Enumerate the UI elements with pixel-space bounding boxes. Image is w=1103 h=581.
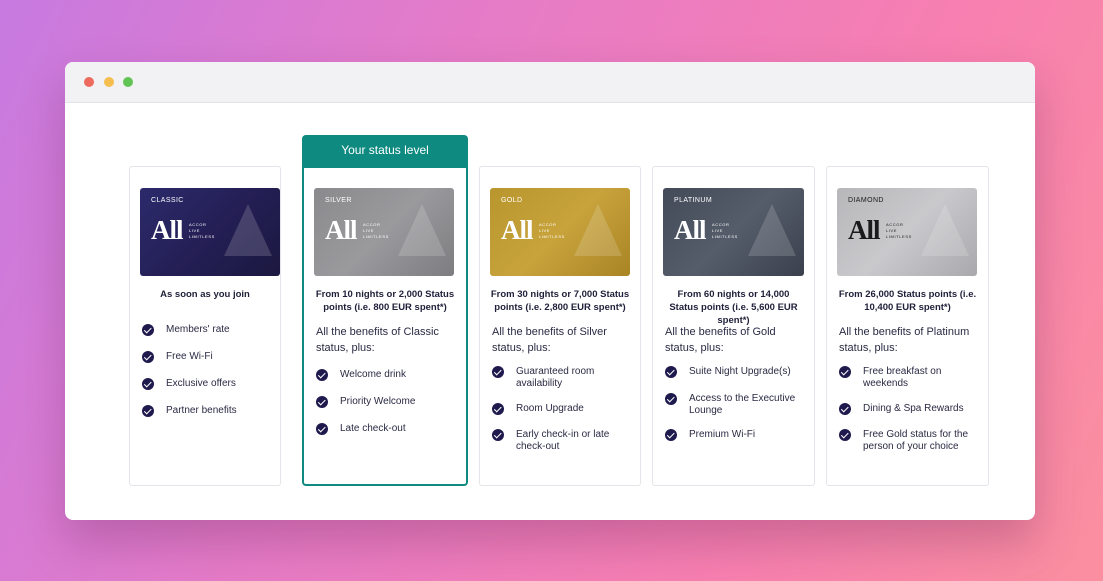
maximize-window-button[interactable] <box>123 77 133 87</box>
tier-column-gold: GOLD All ACCOR LIVE LIMITLESS From 30 nigh… <box>479 166 641 486</box>
check-circle-icon <box>492 429 504 441</box>
all-logo-subtitle: ACCOR LIVE LIMITLESS <box>363 222 389 239</box>
all-logo: All <box>848 215 881 245</box>
benefit-item: Suite Night Upgrade(s) <box>665 366 806 378</box>
tier-column-classic: CLASSIC All ACCOR LIVE LIMITLESS As soon a… <box>129 166 281 486</box>
card-watermark <box>921 204 969 256</box>
benefit-item: Room Upgrade <box>492 403 632 415</box>
tier-card-silver: SILVER All ACCOR LIVE LIMITLESS <box>314 188 454 276</box>
benefit-item: Premium Wi-Fi <box>665 429 806 441</box>
benefit-item: Late check-out <box>316 423 458 435</box>
tier-intro: All the benefits of Gold status, plus: <box>665 326 776 354</box>
check-circle-icon <box>665 393 677 405</box>
benefit-item: Dining & Spa Rewards <box>839 403 980 415</box>
tier-column-diamond: DIAMOND All ACCOR LIVE LIMITLESS From 26,0… <box>826 166 989 486</box>
benefit-item: Partner benefits <box>142 405 272 417</box>
benefit-item: Free Wi-Fi <box>142 351 272 363</box>
card-tier-name: SILVER <box>325 197 352 204</box>
tier-intro: All the benefits of Silver status, plus: <box>492 326 607 354</box>
benefit-item: Guaranteed room availability <box>492 366 632 390</box>
tier-card-platinum: PLATINUM All ACCOR LIVE LIMITLESS <box>663 188 804 276</box>
minimize-window-button[interactable] <box>104 77 114 87</box>
all-logo: All <box>325 215 358 245</box>
benefit-item: Free Gold status for the person of your … <box>839 429 980 453</box>
tier-requirement: From 60 nights or 14,000 Status points (… <box>669 289 798 326</box>
card-tier-name: CLASSIC <box>151 197 184 204</box>
tier-intro: All the benefits of Classic status, plus… <box>316 326 439 354</box>
card-watermark <box>574 204 622 256</box>
card-watermark <box>398 204 446 256</box>
card-tier-name: GOLD <box>501 197 523 204</box>
all-logo: All <box>151 215 184 245</box>
all-logo-subtitle: ACCOR LIVE LIMITLESS <box>189 222 215 239</box>
benefit-item: Access to the Executive Lounge <box>665 393 806 417</box>
tier-intro: All the benefits of Platinum status, plu… <box>839 326 970 354</box>
tier-card-diamond: DIAMOND All ACCOR LIVE LIMITLESS <box>837 188 977 276</box>
all-logo-subtitle: ACCOR LIVE LIMITLESS <box>539 222 565 239</box>
check-circle-icon <box>142 351 154 363</box>
check-circle-icon <box>839 429 851 441</box>
tier-card-gold: GOLD All ACCOR LIVE LIMITLESS <box>490 188 630 276</box>
check-circle-icon <box>665 366 677 378</box>
tier-requirement: From 30 nights or 7,000 Status points (i… <box>490 289 630 313</box>
tier-column-platinum: PLATINUM All ACCOR LIVE LIMITLESS From 60 … <box>652 166 815 486</box>
all-logo-subtitle: ACCOR LIVE LIMITLESS <box>712 222 738 239</box>
card-watermark <box>748 204 796 256</box>
benefit-item: Welcome drink <box>316 369 458 381</box>
check-circle-icon <box>492 366 504 378</box>
check-circle-icon <box>142 324 154 336</box>
benefit-item: Early check-in or late check-out <box>492 429 632 453</box>
check-circle-icon <box>316 396 328 408</box>
tier-card-classic: CLASSIC All ACCOR LIVE LIMITLESS <box>140 188 280 276</box>
card-tier-name: DIAMOND <box>848 197 884 204</box>
check-circle-icon <box>142 378 154 390</box>
tier-requirement: From 26,000 Status points (i.e. 10,400 E… <box>838 289 977 313</box>
all-logo: All <box>501 215 534 245</box>
card-tier-name: PLATINUM <box>674 197 713 204</box>
close-window-button[interactable] <box>84 77 94 87</box>
benefit-item: Priority Welcome <box>316 396 458 408</box>
tier-requirement: As soon as you join <box>160 289 250 300</box>
all-logo: All <box>674 215 707 245</box>
check-circle-icon <box>492 403 504 415</box>
check-circle-icon <box>839 366 851 378</box>
check-circle-icon <box>839 403 851 415</box>
all-logo-subtitle: ACCOR LIVE LIMITLESS <box>886 222 912 239</box>
card-watermark <box>224 204 272 256</box>
window-titlebar <box>65 62 1035 103</box>
browser-window: CLASSIC All ACCOR LIVE LIMITLESS As soon a… <box>65 62 1035 520</box>
check-circle-icon <box>316 423 328 435</box>
current-status-banner: Your status level <box>302 135 468 168</box>
tier-requirement: From 10 nights or 2,000 Status points (i… <box>315 289 455 313</box>
check-circle-icon <box>142 405 154 417</box>
benefit-item: Exclusive offers <box>142 378 272 390</box>
check-circle-icon <box>316 369 328 381</box>
check-circle-icon <box>665 429 677 441</box>
benefit-item: Free breakfast on weekends <box>839 366 980 390</box>
benefit-item: Members' rate <box>142 324 272 336</box>
tier-column-silver: SILVER All ACCOR LIVE LIMITLESS From 10 ni… <box>302 168 468 486</box>
